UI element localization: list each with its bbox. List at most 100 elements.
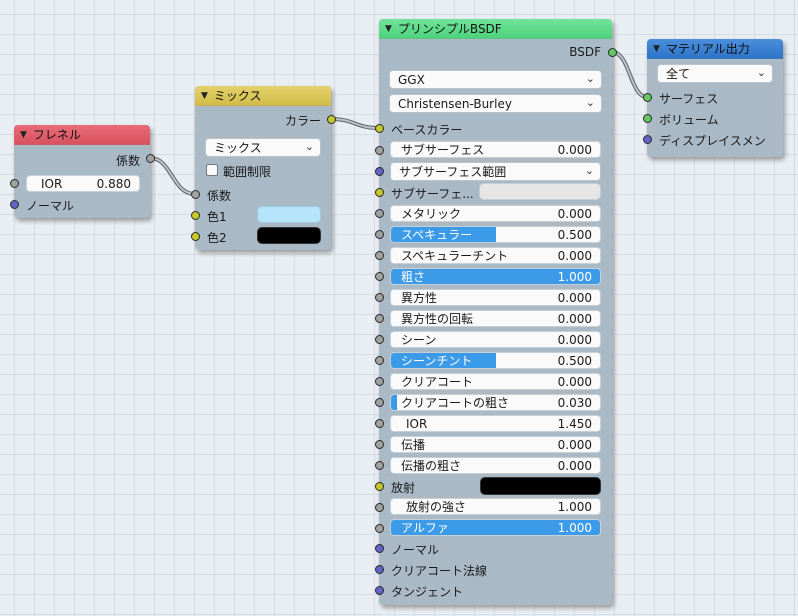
fresnel-node-header[interactable]: ▼ フレネル	[14, 125, 150, 145]
base-color-socket[interactable]	[375, 124, 384, 133]
transmission-value: 0.000	[557, 437, 592, 452]
subsurface-radius-socket[interactable]	[375, 167, 384, 176]
mix-color1-input-socket[interactable]	[191, 211, 200, 220]
emission-strength-field[interactable]: 放射の強さ 1.000	[390, 498, 601, 515]
sheen-socket[interactable]	[375, 335, 384, 344]
ior-field[interactable]: IOR 1.450	[390, 415, 601, 432]
anisotropic-field[interactable]: 異方性 0.000	[390, 289, 601, 306]
subsurface-color-socket[interactable]	[375, 188, 384, 197]
base-color-label: ベースカラー	[391, 123, 463, 137]
collapse-triangle-icon[interactable]: ▼	[201, 91, 208, 101]
subsurface-socket[interactable]	[375, 146, 384, 155]
link-bsdf-to-output-inner	[611, 51, 648, 98]
roughness-field[interactable]: 粗さ 1.000	[390, 268, 601, 285]
node-title: マテリアル出力	[665, 42, 750, 56]
bsdf-output-socket[interactable]	[608, 48, 617, 57]
subsurface-method-dropdown[interactable]: Christensen-Burley ⌄	[389, 94, 602, 113]
blend-mode-value: ミックス	[214, 141, 262, 155]
mix-fac-input-socket[interactable]	[191, 190, 200, 199]
fresnel-normal-input-socket[interactable]	[10, 200, 19, 209]
clamp-label: 範囲制限	[223, 165, 272, 179]
sheen-tint-field[interactable]: シーンチント 0.500	[390, 352, 601, 369]
sheen-tint-label: シーンチント	[401, 354, 473, 368]
ior-socket[interactable]	[375, 419, 384, 428]
fresnel-fac-output-socket[interactable]	[146, 154, 155, 163]
volume-input-socket[interactable]	[643, 114, 652, 123]
sheen-tint-socket[interactable]	[375, 356, 384, 365]
specular-field[interactable]: スペキュラー 0.500	[390, 226, 601, 243]
principled-bsdf-node[interactable]: ▼ プリンシプルBSDF BSDF GGX ⌄ Christensen-Burl…	[379, 19, 612, 605]
subsurface-field[interactable]: サブサーフェス 0.000	[390, 141, 601, 158]
emission-strength-value: 1.000	[557, 499, 592, 514]
anisotropic-rotation-field[interactable]: 異方性の回転 0.000	[390, 310, 601, 327]
displacement-input-socket[interactable]	[643, 135, 652, 144]
subsurface-radius-field[interactable]: サブサーフェス範囲 ⌄	[390, 162, 601, 181]
metallic-field[interactable]: メタリック 0.000	[390, 205, 601, 222]
clearcoat-roughness-field[interactable]: クリアコートの粗さ 0.030	[390, 394, 601, 411]
color2-swatch[interactable]	[257, 227, 321, 244]
transmission-label: 伝播	[401, 438, 426, 452]
mix-node[interactable]: ▼ ミックス カラー ミックス ⌄ 範囲制限 係数 色1 色2	[195, 86, 331, 250]
anisotropic-rotation-socket[interactable]	[375, 314, 384, 323]
normal-input-label: ノーマル	[26, 199, 75, 213]
anisotropic-rotation-value: 0.000	[557, 311, 592, 326]
transmission-socket[interactable]	[375, 440, 384, 449]
node-title: フレネル	[32, 128, 81, 142]
anisotropic-rotation-label: 異方性の回転	[401, 312, 474, 326]
emission-swatch[interactable]	[480, 477, 601, 495]
clearcoat-socket[interactable]	[375, 377, 384, 386]
ior-field[interactable]: IOR 0.880	[26, 175, 140, 192]
specular-tint-field[interactable]: スペキュラーチント 0.000	[390, 247, 601, 264]
normal-socket[interactable]	[375, 544, 384, 553]
blend-mode-dropdown[interactable]: ミックス ⌄	[205, 138, 321, 157]
specular-label: スペキュラー	[401, 228, 473, 242]
metallic-socket[interactable]	[375, 209, 384, 218]
target-dropdown[interactable]: 全て ⌄	[657, 64, 773, 83]
surface-label: サーフェス	[659, 92, 719, 106]
specular-socket[interactable]	[375, 230, 384, 239]
color1-swatch[interactable]	[257, 206, 321, 223]
mix-color-output-socket[interactable]	[327, 115, 336, 124]
specular-tint-socket[interactable]	[375, 251, 384, 260]
tangent-socket[interactable]	[375, 586, 384, 595]
anisotropic-socket[interactable]	[375, 293, 384, 302]
subsurface-color-swatch[interactable]	[479, 183, 601, 200]
specular-value: 0.500	[557, 227, 592, 242]
collapse-triangle-icon[interactable]: ▼	[385, 24, 392, 34]
fresnel-ior-input-socket[interactable]	[10, 179, 19, 188]
chevron-down-icon: ⌄	[585, 96, 595, 109]
clearcoat-roughness-socket[interactable]	[375, 398, 384, 407]
clearcoat-field[interactable]: クリアコート 0.000	[390, 373, 601, 390]
roughness-value: 1.000	[557, 269, 592, 284]
alpha-field[interactable]: アルファ 1.000	[390, 519, 601, 536]
transmission-roughness-value: 0.000	[557, 458, 592, 473]
clearcoat-roughness-slider-fill	[391, 395, 398, 410]
transmission-roughness-socket[interactable]	[375, 461, 384, 470]
distribution-dropdown[interactable]: GGX ⌄	[389, 70, 602, 89]
emission-strength-socket[interactable]	[375, 503, 384, 512]
transmission-field[interactable]: 伝播 0.000	[390, 436, 601, 453]
clamp-checkbox[interactable]	[206, 164, 218, 176]
emission-label: 放射	[391, 481, 416, 495]
transmission-roughness-field[interactable]: 伝播の粗さ 0.000	[390, 457, 601, 474]
ior-label: IOR	[406, 416, 428, 431]
roughness-socket[interactable]	[375, 272, 384, 281]
alpha-socket[interactable]	[375, 524, 384, 533]
collapse-triangle-icon[interactable]: ▼	[653, 44, 660, 54]
chevron-down-icon: ⌄	[585, 72, 595, 85]
fresnel-node[interactable]: ▼ フレネル 係数 IOR 0.880 ノーマル	[14, 125, 150, 218]
clearcoat-normal-socket[interactable]	[375, 565, 384, 574]
fac-input-label: 係数	[207, 189, 232, 203]
sheen-field[interactable]: シーン 0.000	[390, 331, 601, 348]
sheen-value: 0.000	[557, 332, 592, 347]
surface-input-socket[interactable]	[643, 93, 652, 102]
emission-socket[interactable]	[375, 482, 384, 491]
mix-color2-input-socket[interactable]	[191, 232, 200, 241]
bsdf-node-header[interactable]: ▼ プリンシプルBSDF	[379, 19, 612, 39]
specular-tint-label: スペキュラーチント	[401, 249, 509, 263]
output-node-header[interactable]: ▼ マテリアル出力	[647, 39, 783, 59]
material-output-node[interactable]: ▼ マテリアル出力 全て ⌄ サーフェス ボリューム ディスプレイスメン	[647, 39, 783, 157]
mix-node-header[interactable]: ▼ ミックス	[195, 86, 331, 106]
transmission-roughness-label: 伝播の粗さ	[401, 459, 462, 473]
collapse-triangle-icon[interactable]: ▼	[20, 130, 27, 140]
